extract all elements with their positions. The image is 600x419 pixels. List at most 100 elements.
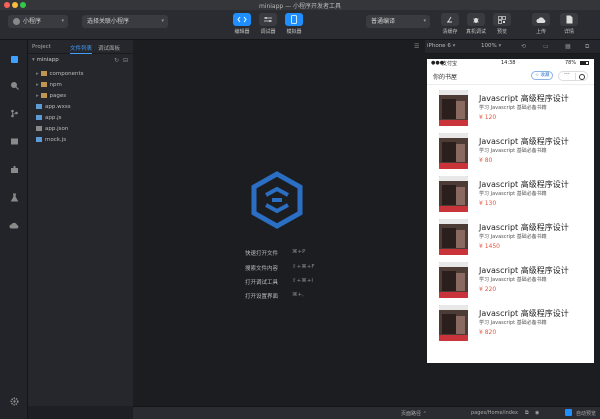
- book-cover: [439, 90, 468, 126]
- collapse-all-icon[interactable]: ⊟: [123, 57, 128, 64]
- debugger-toggle-button[interactable]: 调试器: [255, 13, 281, 35]
- close-mini-program-icon[interactable]: [579, 73, 585, 80]
- preview-button[interactable]: 预览: [489, 13, 515, 35]
- tree-item[interactable]: ▸ pages: [36, 93, 66, 99]
- book-list-item[interactable]: Javascript 高级程序设计 学习 Javascript 基础必备书籍 ¥…: [427, 129, 594, 171]
- upload-label: 上传: [535, 29, 546, 35]
- shortcut-keys: ⌘+,: [292, 292, 304, 298]
- tree-item-label: app.json: [45, 126, 69, 132]
- page-path-label: 页面路径: [401, 411, 422, 417]
- book-list-item[interactable]: Javascript 高级程序设计 学习 Javascript 基础必备书籍 ¥…: [427, 86, 594, 128]
- activity-bar: [0, 40, 28, 419]
- tree-item[interactable]: app.json: [36, 126, 68, 132]
- device-select-value: iPhone 6: [427, 43, 451, 49]
- book-price: ¥ 220: [479, 286, 497, 293]
- shortcut-label: 搜索文件内容: [245, 266, 279, 272]
- rotate-icon[interactable]: ⟲: [521, 43, 526, 50]
- device-select[interactable]: iPhone 6 ▾: [427, 43, 455, 49]
- book-subtitle: 学习 Javascript 基础必备书籍: [479, 320, 547, 326]
- tree-item-label: components: [49, 71, 84, 77]
- compile-mode-select[interactable]: 普通编译 ▾: [366, 15, 430, 28]
- editor-toggle-button[interactable]: 编辑器: [229, 13, 255, 35]
- chevron-down-icon: ▾: [61, 18, 64, 24]
- refresh-icon[interactable]: ↻: [114, 57, 119, 64]
- book-cover: [439, 262, 468, 298]
- tree-item-label: app.js: [45, 115, 62, 121]
- zoom-select[interactable]: 100% ▾: [481, 43, 501, 49]
- tree-root-label: miniapp: [36, 57, 59, 63]
- debugger-label: 调试器: [260, 29, 276, 35]
- page-path-toggle[interactable]: 页面路径 ⌃: [401, 410, 427, 417]
- book-title: Javascript 高级程序设计: [479, 180, 569, 189]
- cloud-icon[interactable]: [9, 220, 19, 230]
- favorite-button[interactable]: ☆ 收藏: [531, 71, 554, 80]
- project-title: Project: [32, 44, 51, 50]
- book-list-item[interactable]: Javascript 高级程序设计 学习 Javascript 基础必备书籍 ¥…: [427, 258, 594, 300]
- book-list-item[interactable]: Javascript 高级程序设计 学习 Javascript 基础必备书籍 ¥…: [427, 301, 594, 343]
- explorer-icon[interactable]: [9, 54, 19, 64]
- shortcut-label: 快速打开文件: [245, 251, 279, 257]
- tree-item[interactable]: mock.js: [36, 137, 66, 143]
- eye-icon[interactable]: ◉: [535, 410, 539, 416]
- detach-icon[interactable]: ⧉: [585, 43, 589, 51]
- tab-debug-panel[interactable]: 调试面板: [98, 44, 120, 52]
- tree-item[interactable]: app.wxss: [36, 104, 71, 110]
- book-subtitle: 学习 Javascript 基础必备书籍: [479, 148, 547, 154]
- book-list-item[interactable]: Javascript 高级程序设计 学习 Javascript 基础必备书籍 ¥…: [427, 215, 594, 257]
- grid-view-icon[interactable]: ▦: [565, 43, 571, 50]
- search-icon[interactable]: [9, 80, 19, 90]
- copy-path-icon[interactable]: ⧉: [525, 410, 529, 416]
- code-icon: [237, 16, 247, 23]
- tree-item[interactable]: app.js: [36, 115, 62, 121]
- book-title: Javascript 高级程序设计: [479, 309, 569, 318]
- simulator-toggle-button[interactable]: 模拟器: [281, 13, 307, 35]
- js-file-icon: [36, 115, 42, 120]
- book-price: ¥ 120: [479, 114, 497, 121]
- window-title: miniapp — 小程序开发者工具: [258, 3, 342, 10]
- book-price: ¥ 820: [479, 329, 497, 336]
- device-list-icon[interactable]: ☰: [414, 43, 419, 50]
- broom-icon: [446, 16, 452, 23]
- source-control-icon[interactable]: [9, 108, 19, 118]
- book-list-item[interactable]: Javascript 高级程序设计 学习 Javascript 基础必备书籍 ¥…: [427, 172, 594, 214]
- clear-cache-label: 清缓存: [442, 29, 458, 35]
- page-path-value: pages/Home/index: [471, 410, 518, 416]
- tree-root[interactable]: ▾ miniapp: [32, 57, 59, 63]
- mode-select[interactable]: 小程序 ▾: [8, 15, 68, 28]
- clear-cache-button[interactable]: 清缓存: [437, 13, 463, 35]
- upload-button[interactable]: 上传: [528, 13, 554, 35]
- auto-preview-checkbox[interactable]: [565, 409, 572, 416]
- toolbar: 小程序 ▾ 选择关联小程序 ▾ 编辑器 调试器 模拟器 普通编译 ▾ 清缓存 真…: [0, 10, 600, 40]
- book-subtitle: 学习 Javascript 基础必备书籍: [479, 191, 547, 197]
- debug-icon[interactable]: [9, 136, 19, 146]
- extensions-icon[interactable]: [9, 164, 19, 174]
- page-title: 你的书屋: [433, 74, 458, 81]
- tab-file-list[interactable]: 文件列表: [70, 44, 93, 54]
- phone-screen: ●●● 支付宝 14:38 78% 你的书屋 ☆ 收藏 ··· Javascri…: [427, 59, 594, 363]
- shortcut-quick-open: 快速打开文件 ⌘+P: [245, 249, 305, 257]
- book-cover: [439, 176, 468, 212]
- remote-debug-button[interactable]: 真机调试: [463, 13, 489, 35]
- capsule-menu: ···: [558, 71, 588, 81]
- weixin-devtools-logo-icon: [251, 171, 303, 229]
- phone-icon: [291, 15, 297, 24]
- clock: 14:38: [501, 60, 516, 66]
- settings-gear-icon[interactable]: [9, 396, 19, 406]
- book-title: Javascript 高级程序设计: [479, 266, 569, 275]
- favorite-label: 收藏: [540, 73, 550, 78]
- tree-item[interactable]: ▸ components: [36, 71, 84, 77]
- tree-item-label: app.wxss: [45, 104, 71, 110]
- more-icon[interactable]: ···: [564, 71, 570, 78]
- tree-item[interactable]: ▸ npm: [36, 82, 62, 88]
- test-tube-icon[interactable]: [9, 192, 19, 202]
- editor-label: 编辑器: [234, 29, 250, 35]
- folder-icon: [40, 93, 47, 98]
- zoom-select-value: 100%: [481, 43, 497, 49]
- qrcode-icon: [498, 15, 506, 24]
- mode-select-value: 小程序: [23, 18, 42, 25]
- project-select[interactable]: 选择关联小程序 ▾: [82, 15, 168, 28]
- details-button[interactable]: 详情: [556, 13, 582, 35]
- split-view-icon[interactable]: ▭: [543, 43, 549, 50]
- status-bar: 页面路径 ⌃ pages/Home/index ⧉ ◉ 自动预览: [133, 406, 600, 419]
- chevron-down-icon: ▾: [452, 43, 456, 49]
